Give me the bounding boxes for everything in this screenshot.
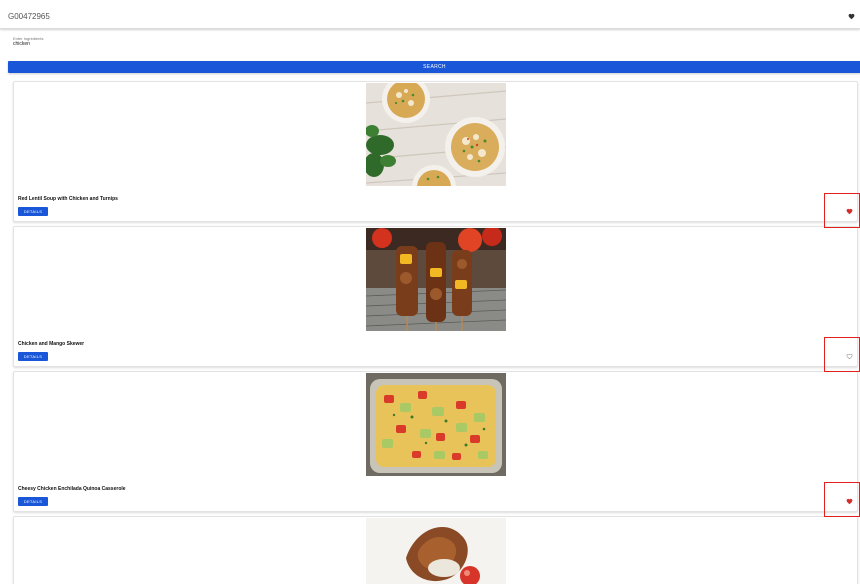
details-button[interactable]: DETAILS [18, 497, 48, 506]
recipe-image [366, 228, 506, 331]
details-button[interactable]: DETAILS [18, 207, 48, 216]
recipe-card: Chicken and Mango Skewer DETAILS [13, 226, 858, 367]
recipe-title: Cheesy Chicken Enchilada Quinoa Casserol… [18, 486, 126, 492]
favorites-heart-icon[interactable] [848, 13, 855, 20]
details-button[interactable]: DETAILS [18, 352, 48, 361]
app-bar: G00472965 [0, 0, 860, 29]
recipe-card: Red Lentil Soup with Chicken and Turnips… [13, 81, 858, 222]
chicken-dish-image [366, 518, 506, 584]
recipe-image [366, 373, 506, 476]
recipe-image [366, 83, 506, 186]
recipe-title: Chicken and Mango Skewer [18, 341, 85, 347]
app-title: G00472965 [8, 12, 50, 21]
favorite-highlight-box [824, 193, 860, 228]
search-button[interactable]: SEARCH [8, 61, 860, 73]
recipe-title: Red Lentil Soup with Chicken and Turnips [18, 196, 118, 202]
quinoa-casserole-image [366, 373, 506, 476]
ingredients-input[interactable]: chicken [13, 41, 313, 48]
recipe-card [13, 516, 858, 584]
favorite-highlight-box [824, 482, 860, 517]
lentil-soup-image [366, 83, 506, 186]
favorite-highlight-box [824, 337, 860, 372]
recipe-image [366, 518, 506, 584]
chicken-skewers-image [366, 228, 506, 331]
ingredients-field[interactable]: Enter Ingredients chicken [13, 36, 313, 48]
recipe-card: Cheesy Chicken Enchilada Quinoa Casserol… [13, 371, 858, 512]
